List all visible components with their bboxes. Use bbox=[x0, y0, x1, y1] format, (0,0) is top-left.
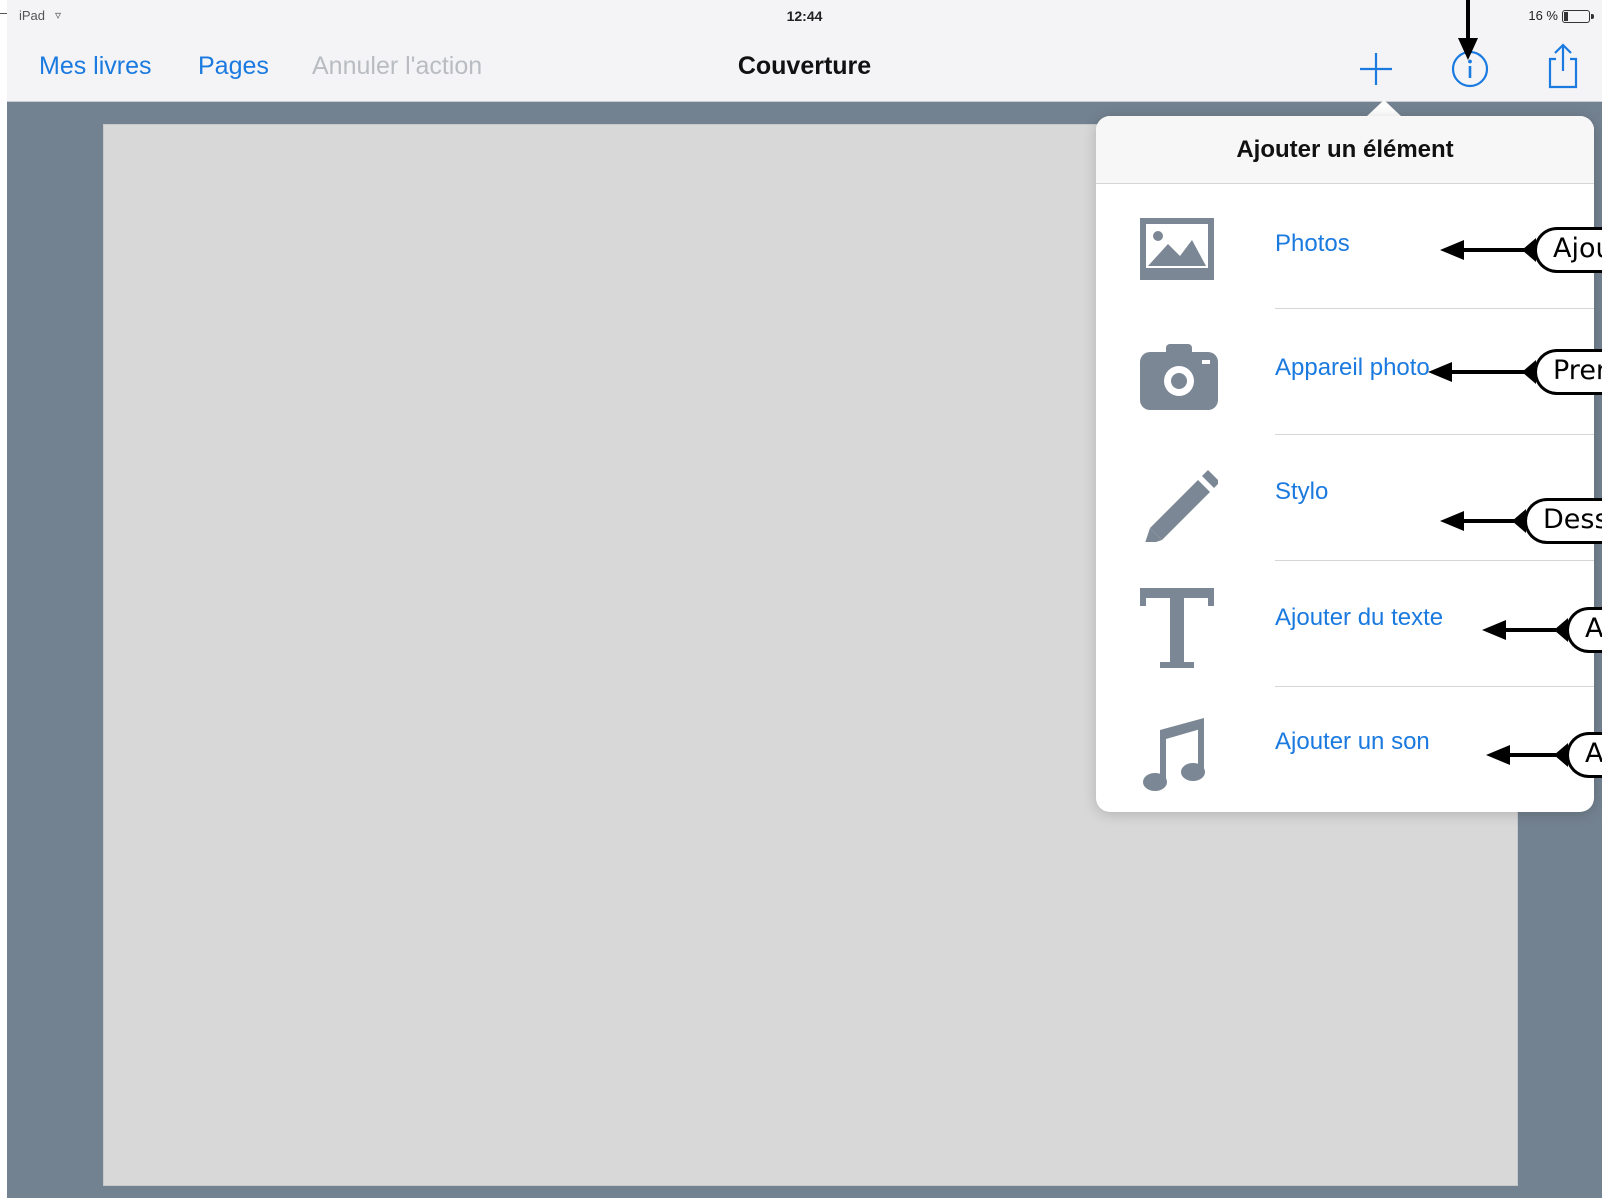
callout-arrowhead bbox=[1440, 240, 1464, 260]
callout-arrowhead bbox=[1440, 511, 1464, 531]
pen-icon bbox=[1145, 470, 1218, 542]
top-bar: iPad ▿ 12:44 16 % Mes livres Pages Annul… bbox=[7, 0, 1602, 102]
music-note-icon bbox=[1143, 718, 1205, 791]
photos-icon bbox=[1140, 218, 1214, 280]
share-icon[interactable] bbox=[1543, 41, 1583, 91]
callout-arrowhead bbox=[1428, 362, 1452, 382]
battery-percent: 16 % bbox=[1528, 8, 1558, 23]
menu-divider bbox=[1275, 686, 1594, 687]
menu-item-photos[interactable]: Photos bbox=[1096, 184, 1594, 310]
callout-camera: Pren bbox=[1534, 349, 1602, 395]
menu-divider bbox=[1275, 560, 1594, 561]
menu-item-label: Photos bbox=[1275, 230, 1350, 257]
menu-item-label: Ajouter un son bbox=[1275, 728, 1430, 755]
info-indicator-arrowhead bbox=[1458, 38, 1478, 60]
text-icon bbox=[1140, 588, 1214, 668]
menu-divider bbox=[1275, 308, 1594, 309]
menu-divider bbox=[1275, 434, 1594, 435]
menu-item-label: Ajouter du texte bbox=[1275, 604, 1444, 631]
callout-arrow-line bbox=[1508, 753, 1556, 757]
menu-item-label: Stylo bbox=[1275, 478, 1329, 505]
menu-item-pen[interactable]: Stylo bbox=[1096, 436, 1594, 562]
battery-icon bbox=[1562, 10, 1594, 23]
callout-arrowhead bbox=[1486, 745, 1510, 765]
callout-arrow-line bbox=[1450, 370, 1524, 374]
callout-pen: Dess bbox=[1524, 498, 1602, 544]
camera-icon bbox=[1140, 344, 1218, 410]
callout-arrowhead bbox=[1482, 620, 1506, 640]
add-element-popover: Ajouter un élément Photos Appareil photo… bbox=[1096, 116, 1594, 812]
menu-item-sound[interactable]: Ajouter un son bbox=[1096, 688, 1594, 814]
callout-arrow-line bbox=[1462, 519, 1514, 523]
popover-arrow bbox=[1366, 100, 1402, 117]
menu-item-text[interactable]: Ajouter du texte bbox=[1096, 562, 1594, 688]
callout-arrow-line bbox=[1504, 628, 1556, 632]
popover-title: Ajouter un élément bbox=[1096, 116, 1594, 184]
plus-icon[interactable] bbox=[1358, 51, 1394, 87]
callout-arrow-line bbox=[1462, 248, 1524, 252]
callout-photos: Ajou bbox=[1534, 227, 1602, 273]
menu-item-label: Appareil photo bbox=[1275, 354, 1430, 381]
status-time: 12:44 bbox=[786, 8, 823, 24]
